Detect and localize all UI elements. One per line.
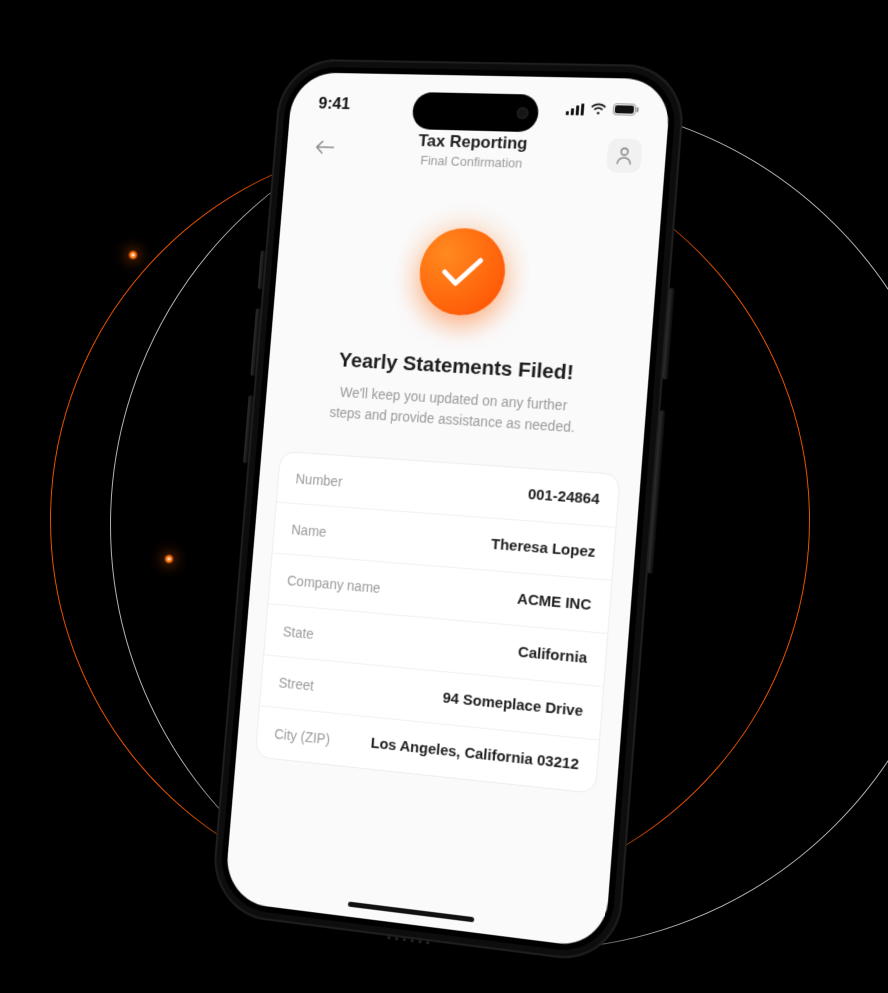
detail-value: Theresa Lopez — [490, 535, 596, 560]
wifi-icon — [589, 99, 607, 119]
phone-mockup: 9:41 T — [210, 58, 687, 965]
detail-value: ACME INC — [517, 590, 592, 613]
success-title: Yearly Statements Filed! — [302, 346, 613, 387]
front-camera-icon — [516, 107, 529, 119]
detail-label: Company name — [287, 571, 381, 595]
dynamic-island — [411, 92, 539, 132]
success-section: Yearly Statements Filed! We'll keep you … — [263, 171, 663, 457]
user-icon — [616, 145, 633, 164]
detail-label: Street — [278, 674, 314, 693]
profile-button[interactable] — [606, 137, 643, 172]
detail-label: Name — [291, 520, 327, 538]
cell-signal-icon — [566, 103, 585, 115]
detail-label: Number — [295, 470, 343, 489]
details-card: Number 001-24864 Name Theresa Lopez Comp… — [255, 450, 621, 793]
back-button[interactable] — [308, 129, 342, 163]
success-badge — [390, 200, 536, 344]
detail-value: 94 Someplace Drive — [442, 689, 584, 720]
detail-value: 001-24864 — [527, 485, 600, 507]
checkmark-icon — [440, 254, 485, 289]
battery-icon — [612, 100, 640, 121]
home-indicator[interactable] — [348, 901, 474, 922]
back-arrow-icon — [315, 139, 335, 153]
detail-value: California — [517, 643, 587, 667]
detail-value: Los Angeles, California 03212 — [370, 734, 579, 773]
phone-screen: 9:41 T — [224, 72, 672, 949]
success-description: We'll keep you updated on any further st… — [326, 381, 581, 438]
status-time: 9:41 — [318, 93, 351, 113]
detail-label: City (ZIP) — [274, 725, 331, 747]
detail-label: State — [282, 622, 314, 641]
